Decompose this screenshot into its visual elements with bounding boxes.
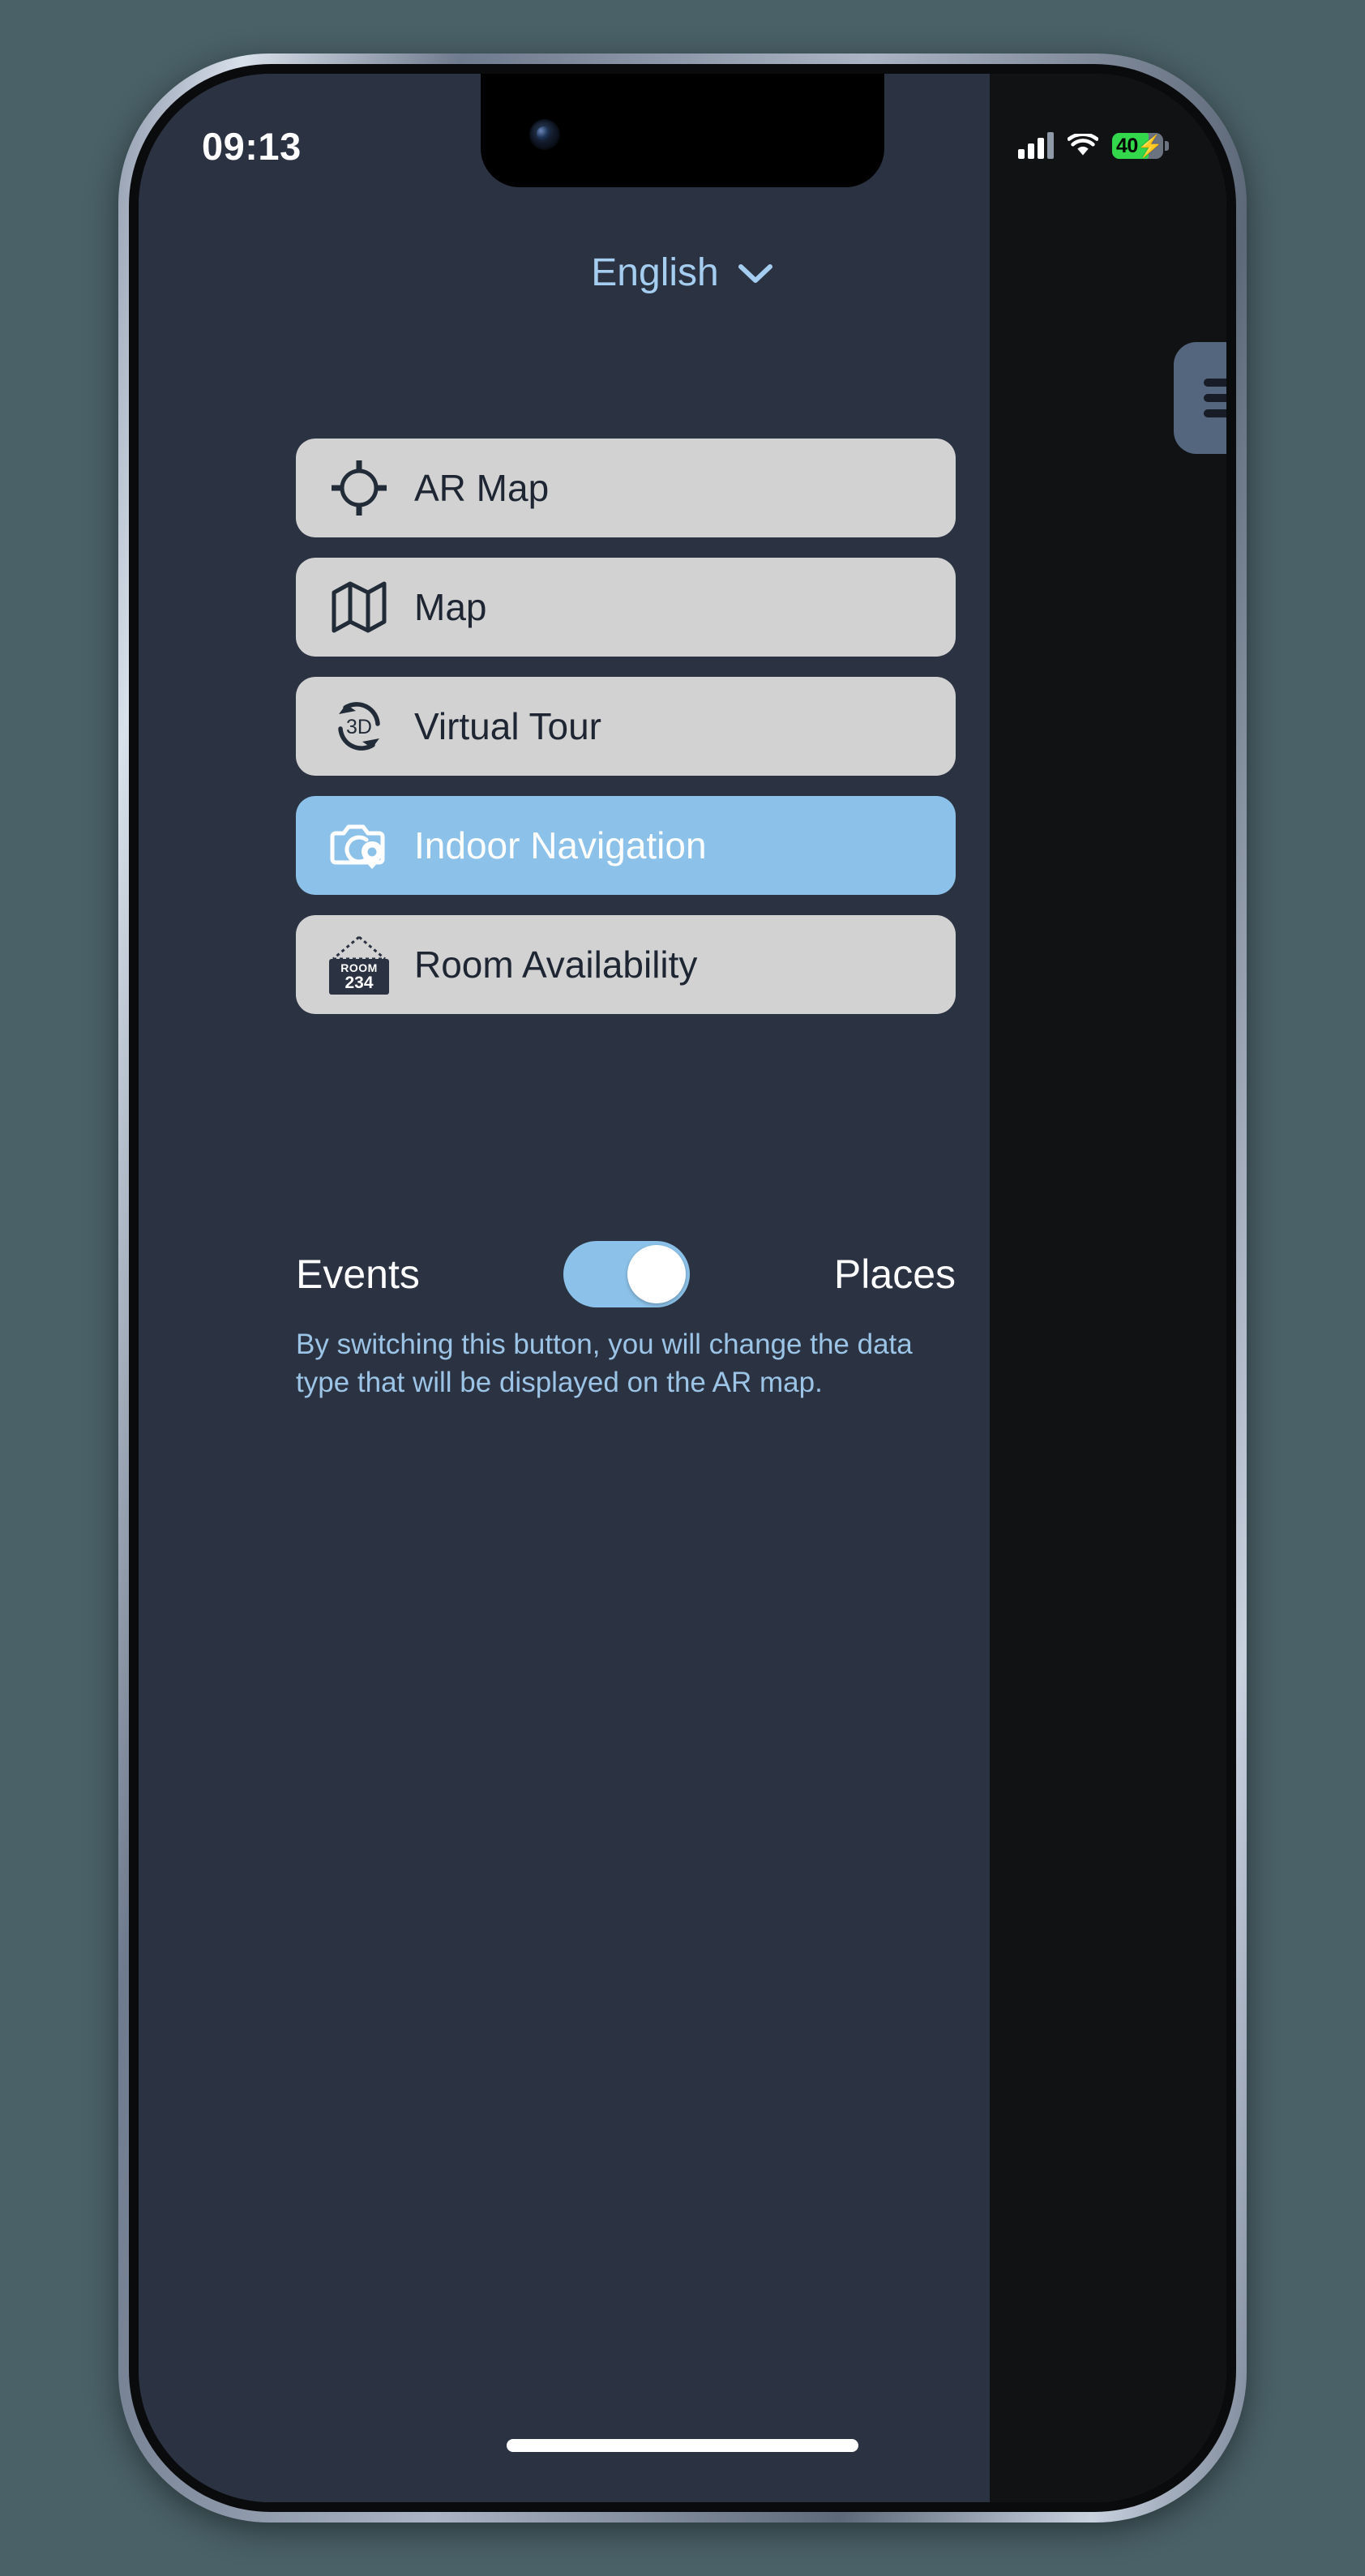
charging-bolt-icon: ⚡ bbox=[1136, 133, 1164, 158]
wifi-icon bbox=[1067, 132, 1099, 158]
home-indicator-bar[interactable] bbox=[507, 2439, 858, 2452]
3d-badge-text: 3D bbox=[346, 716, 372, 738]
camera-location-pin-icon bbox=[323, 810, 395, 881]
data-type-toggle[interactable] bbox=[563, 1241, 691, 1307]
drawer-toggle-button[interactable] bbox=[1174, 342, 1226, 454]
toggle-label-places: Places bbox=[833, 1252, 956, 1297]
status-time: 09:13 bbox=[202, 124, 302, 168]
data-type-toggle-row: Events Places bbox=[296, 1241, 956, 1307]
device-bezel: 09:13 40 ⚡ English AR Map Map 3D Virtual… bbox=[129, 64, 1236, 2512]
crosshair-target-icon bbox=[323, 452, 395, 524]
toggle-hint-text: By switching this button, you will chang… bbox=[296, 1329, 913, 1398]
toggle-label-events: Events bbox=[296, 1252, 420, 1297]
status-indicators: 40 ⚡ bbox=[1018, 132, 1169, 159]
room-sign-icon: ROOM 234 bbox=[323, 929, 395, 1000]
battery-charging-icon: 40 ⚡ bbox=[1112, 133, 1169, 159]
folded-map-icon bbox=[323, 571, 395, 643]
main-menu-list: AR Map Map 3D Virtual Tour Indoor Naviga… bbox=[296, 439, 956, 1014]
menu-item-ar-map[interactable]: AR Map bbox=[296, 439, 956, 537]
phone-device-frame: 09:13 40 ⚡ English AR Map Map 3D Virtual… bbox=[118, 53, 1247, 2523]
status-bar: 09:13 40 ⚡ bbox=[139, 74, 1226, 187]
menu-item-virtual-tour[interactable]: 3D Virtual Tour bbox=[296, 677, 956, 776]
chevron-down-icon bbox=[737, 261, 774, 285]
menu-indent-arrow-icon bbox=[1196, 369, 1226, 427]
battery-percent-label: 40 bbox=[1116, 134, 1138, 157]
room-sign-line2: 234 bbox=[344, 973, 374, 992]
menu-item-indoor-navigation[interactable]: Indoor Navigation bbox=[296, 796, 956, 895]
language-label: English bbox=[591, 251, 719, 294]
cellular-signal-icon bbox=[1018, 132, 1054, 159]
3d-rotate-icon: 3D bbox=[323, 691, 395, 762]
menu-item-label: Map bbox=[414, 586, 487, 628]
menu-item-label: AR Map bbox=[414, 467, 550, 509]
menu-item-room-availability[interactable]: ROOM 234 Room Availability bbox=[296, 915, 956, 1014]
menu-item-label: Indoor Navigation bbox=[414, 824, 707, 867]
menu-item-label: Room Availability bbox=[414, 944, 698, 986]
phone-screen: 09:13 40 ⚡ English AR Map Map 3D Virtual… bbox=[139, 74, 1226, 2502]
toggle-knob bbox=[627, 1245, 687, 1303]
language-selector[interactable]: English bbox=[139, 250, 1226, 295]
menu-item-map[interactable]: Map bbox=[296, 558, 956, 657]
menu-item-label: Virtual Tour bbox=[414, 705, 601, 747]
room-sign-plate: ROOM 234 bbox=[329, 959, 389, 995]
room-sign-line1: ROOM bbox=[340, 961, 378, 974]
